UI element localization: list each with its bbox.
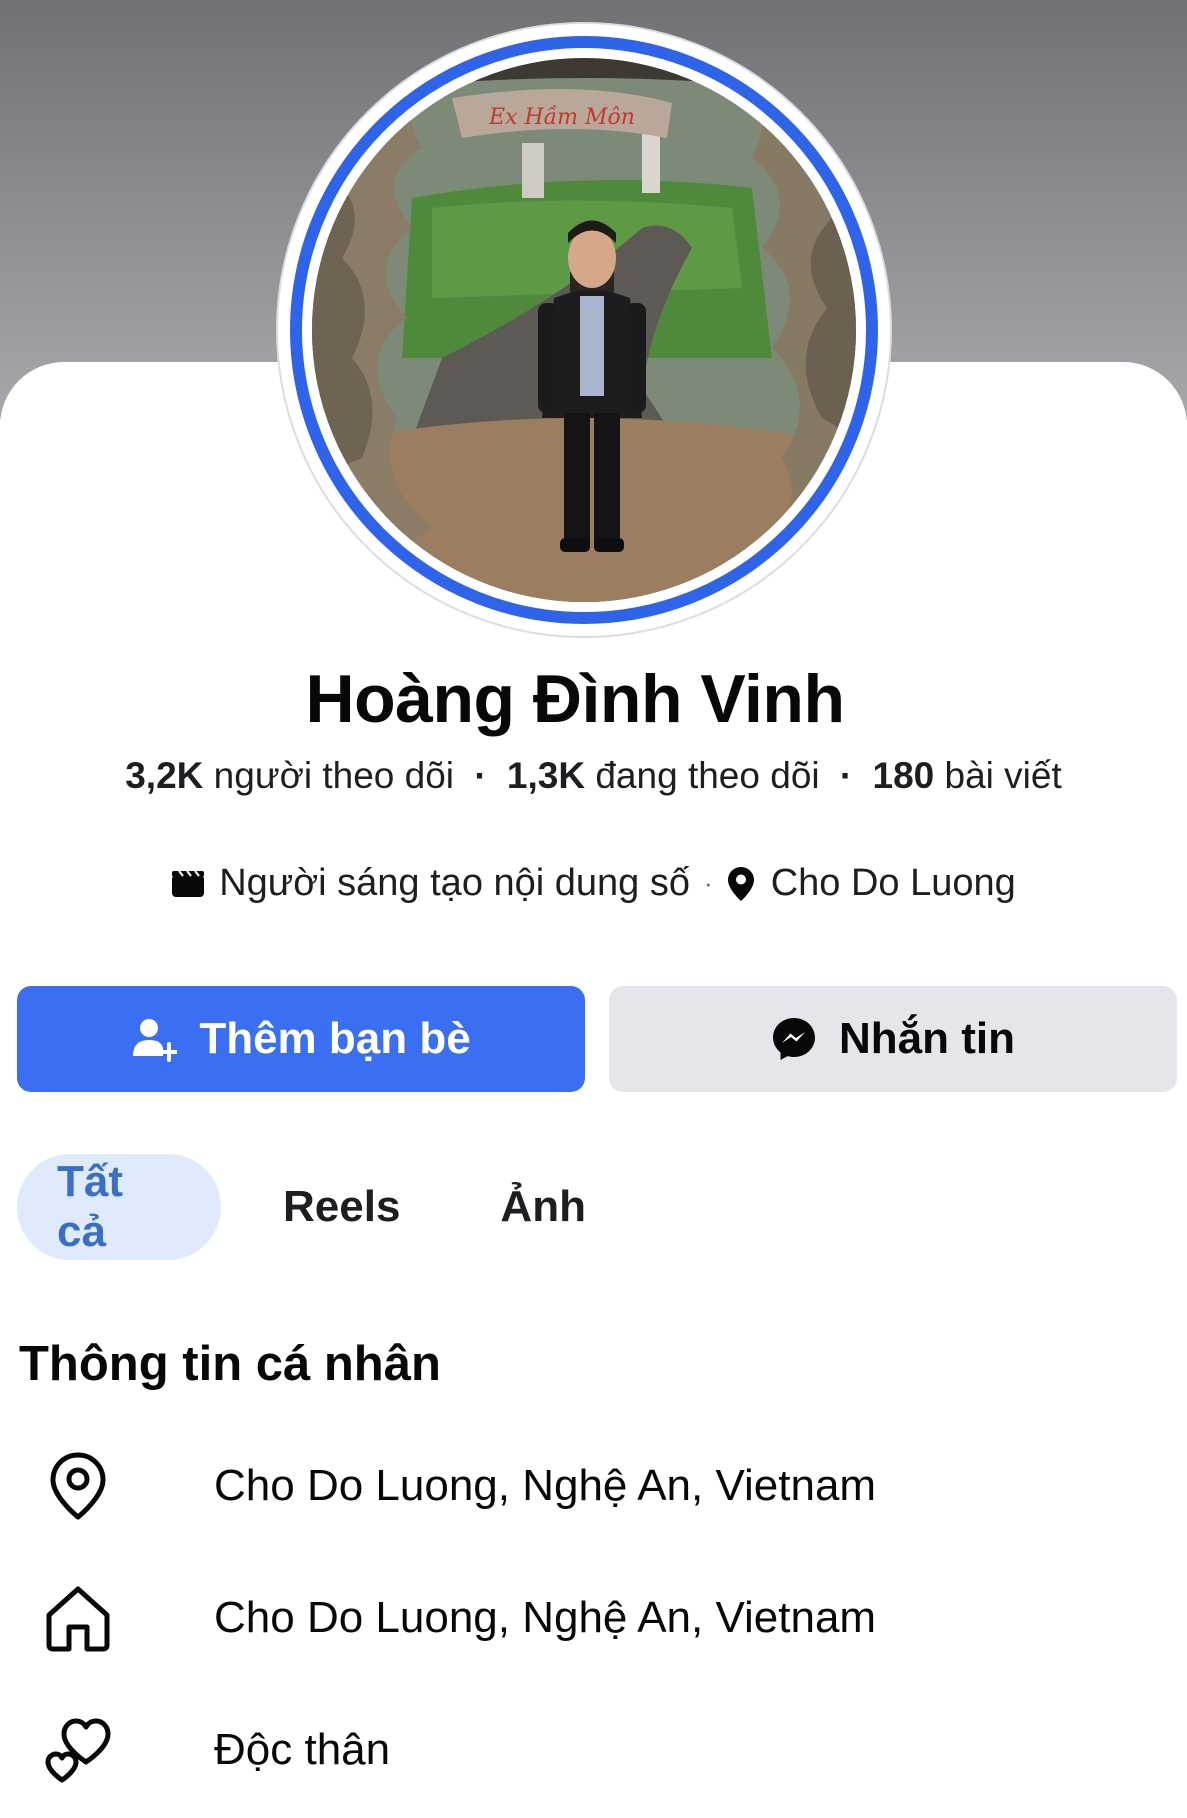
followers-label[interactable]: người theo dõi [214, 755, 454, 796]
stats-separator: · [474, 755, 487, 796]
posts-count: 180 [872, 755, 935, 796]
about-row-location: Cho Do Luong, Nghệ An, Vietnam [40, 1446, 876, 1526]
profile-name: Hoàng Đình Vinh [305, 661, 846, 737]
following-count[interactable]: 1,3K [507, 755, 585, 796]
location-pin-icon [727, 866, 755, 902]
profile-stats: 3,2K người theo dõi · 1,3K đang theo dõi… [0, 755, 1187, 797]
profile-location[interactable]: Cho Do Luong [771, 862, 1016, 905]
avatar[interactable]: Ex Hầm Môn [312, 58, 856, 602]
hearts-icon [40, 1712, 116, 1788]
add-friend-button[interactable]: Thêm bạn bè [17, 986, 585, 1092]
message-label: Nhắn tin [839, 1014, 1015, 1063]
about-row-relationship: Độc thân [40, 1710, 390, 1790]
following-label[interactable]: đang theo dõi [595, 755, 819, 796]
tab-reels[interactable]: Reels [283, 1154, 400, 1260]
message-button[interactable]: Nhắn tin [609, 986, 1177, 1092]
messenger-icon [773, 1018, 815, 1060]
profile-tabs: Tất cả Reels Ảnh [17, 1154, 586, 1260]
profile-category: Người sáng tạo nội dung số [219, 862, 691, 904]
tab-all[interactable]: Tất cả [17, 1154, 221, 1260]
avatar-sign-text: Ex Hầm Môn [488, 104, 635, 130]
about-relationship-text: Độc thân [214, 1725, 391, 1774]
posts-label: bài viết [944, 755, 1062, 796]
tab-photos[interactable]: Ảnh [500, 1154, 586, 1260]
location-pin-outline-icon [40, 1448, 116, 1524]
profile-meta: Người sáng tạo nội dung số · Cho Do Luon… [0, 862, 1187, 905]
home-icon [40, 1580, 116, 1656]
stats-separator: · [839, 755, 853, 796]
about-row-hometown: Cho Do Luong, Nghệ An, Vietnam [40, 1578, 876, 1658]
about-section-title: Thông tin cá nhân [19, 1337, 441, 1391]
followers-count[interactable]: 3,2K [125, 755, 203, 796]
meta-separator: · [704, 868, 713, 898]
profile-page: Ex Hầm Môn Hoàng Đình Vinh 3,2K người th… [0, 0, 1187, 1818]
video-clapper-icon [171, 869, 205, 898]
add-friend-label: Thêm bạn bè [199, 1014, 471, 1063]
add-friend-icon [133, 1019, 178, 1062]
about-location-text: Cho Do Luong, Nghệ An, Vietnam [214, 1461, 877, 1510]
avatar-photo-illustration: Ex Hầm Môn [312, 58, 856, 602]
about-hometown-text: Cho Do Luong, Nghệ An, Vietnam [214, 1593, 877, 1642]
